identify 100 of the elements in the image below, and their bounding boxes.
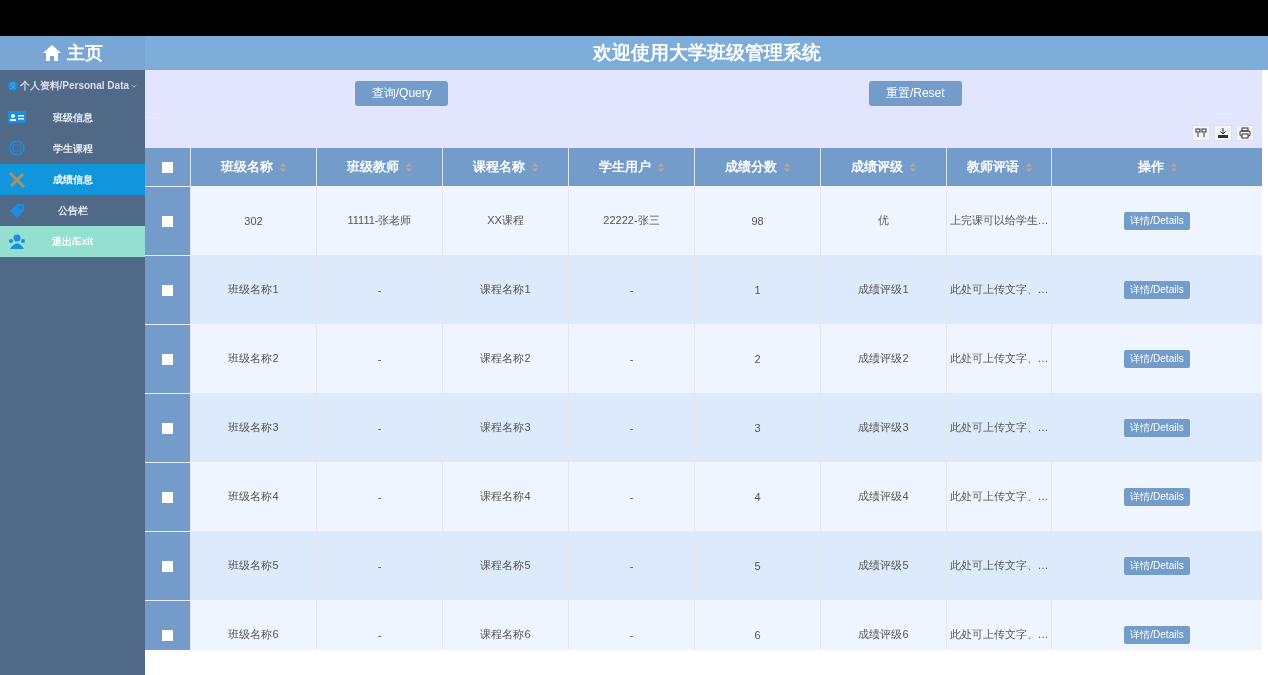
checkbox[interactable] bbox=[162, 284, 173, 296]
column-header[interactable]: 学生用户 bbox=[599, 159, 651, 174]
table-cell: - bbox=[629, 559, 634, 572]
table-cell: 班级名称4 bbox=[228, 490, 279, 502]
column-header[interactable]: 教师评语 bbox=[966, 159, 1019, 174]
table-cell: 2 bbox=[754, 352, 761, 365]
table-cell: 此处可上传文字、… bbox=[949, 559, 1049, 571]
table-cell: 此处可上传文字、… bbox=[949, 283, 1049, 295]
sort-icon bbox=[658, 163, 664, 173]
table-cell: - bbox=[629, 421, 634, 434]
sidebar-item[interactable]: 学生课程 bbox=[0, 133, 145, 164]
query-button[interactable]: 查询/Query bbox=[355, 81, 449, 106]
checkbox[interactable] bbox=[162, 491, 173, 503]
tag-icon bbox=[8, 201, 26, 220]
table-cell: 成绩评级6 bbox=[858, 628, 909, 640]
table-cell: - bbox=[377, 559, 382, 572]
table-cell: 成绩评级5 bbox=[858, 559, 909, 571]
sidebar-item[interactable]: 退出/Exit bbox=[0, 226, 145, 257]
details-button[interactable]: 详情/Details bbox=[1124, 556, 1190, 575]
export-icon bbox=[1217, 127, 1229, 139]
column-header[interactable]: 成绩评级 bbox=[851, 159, 903, 174]
table-cell: XX课程 bbox=[487, 214, 524, 226]
sort-icon bbox=[784, 163, 790, 173]
sidebar-item[interactable]: 公告栏 bbox=[0, 195, 145, 226]
table-cell: 98 bbox=[751, 214, 764, 227]
table-cell: - bbox=[629, 352, 634, 365]
section-label: 个人资料/Personal Data bbox=[19, 79, 130, 93]
people-icon bbox=[8, 232, 26, 251]
column-header[interactable]: 操作 bbox=[1137, 159, 1164, 174]
table-cell: 班级名称5 bbox=[228, 559, 279, 571]
menu-section[interactable]: 个人资料/Personal Data bbox=[0, 70, 145, 102]
table-cell: 此处可上传文字、… bbox=[949, 628, 1049, 640]
table-cell: 成绩评级2 bbox=[858, 352, 909, 364]
checkbox[interactable] bbox=[162, 629, 173, 641]
details-button[interactable]: 详情/Details bbox=[1124, 211, 1190, 230]
checkbox[interactable] bbox=[162, 353, 173, 365]
details-button[interactable]: 详情/Details bbox=[1124, 280, 1190, 299]
details-button[interactable]: 详情/Details bbox=[1124, 625, 1190, 644]
table-cell: - bbox=[629, 283, 634, 296]
details-button[interactable]: 详情/Details bbox=[1124, 418, 1190, 437]
table-cell: 3 bbox=[754, 421, 761, 434]
column-header[interactable]: 课程名称 bbox=[473, 159, 525, 174]
table-cell: 5 bbox=[754, 559, 761, 572]
table-cell: 上完课可以给学生… bbox=[949, 214, 1049, 226]
details-button[interactable]: 详情/Details bbox=[1124, 487, 1190, 506]
column-header[interactable]: 成绩分数 bbox=[725, 159, 777, 174]
table-cell: 班级名称2 bbox=[228, 352, 279, 364]
table-cell: 课程名称5 bbox=[480, 559, 531, 571]
table-cell: 此处可上传文字、… bbox=[949, 352, 1049, 364]
home-icon bbox=[42, 45, 61, 61]
table-cell: - bbox=[377, 628, 382, 641]
sort-icon bbox=[910, 163, 916, 173]
checkbox[interactable] bbox=[162, 215, 173, 227]
details-button[interactable]: 详情/Details bbox=[1124, 349, 1190, 368]
columns-icon bbox=[1195, 127, 1207, 139]
table-cell: 课程名称3 bbox=[480, 421, 531, 433]
sort-icon bbox=[280, 163, 286, 173]
table-cell: 6 bbox=[754, 628, 761, 641]
sort-icon bbox=[406, 163, 412, 173]
reset-button[interactable]: 重置/Reset bbox=[868, 81, 962, 106]
table-cell: - bbox=[377, 421, 382, 434]
checkbox[interactable] bbox=[162, 560, 173, 572]
checkbox[interactable] bbox=[162, 422, 173, 434]
table-cell: 课程名称1 bbox=[480, 283, 531, 295]
table-cell: 课程名称4 bbox=[480, 490, 531, 502]
user-circle-icon bbox=[8, 78, 18, 94]
table-cell: 成绩评级3 bbox=[858, 421, 909, 433]
table-cell: 成绩评级4 bbox=[858, 490, 909, 502]
column-header[interactable]: 班级教师 bbox=[347, 159, 399, 174]
table-cell: - bbox=[377, 283, 382, 296]
toolbar-button[interactable] bbox=[1236, 125, 1254, 141]
toolbar-button[interactable] bbox=[1192, 125, 1210, 141]
page-title: 欢迎使用大学班级管理系统 bbox=[592, 41, 821, 65]
table-cell: 班级名称6 bbox=[228, 628, 279, 640]
table-cell: 此处可上传文字、… bbox=[949, 490, 1049, 502]
sidebar-item[interactable]: 班级信息 bbox=[0, 102, 145, 133]
table-cell: 1 bbox=[754, 283, 761, 296]
sort-icon bbox=[1170, 163, 1177, 173]
table-cell: 课程名称2 bbox=[480, 352, 531, 364]
table-cell: 班级名称3 bbox=[228, 421, 279, 433]
table-cell: 22222-张三 bbox=[603, 214, 660, 226]
table-cell: 此处可上传文字、… bbox=[949, 421, 1049, 433]
sidebar-item[interactable]: 成绩信息 bbox=[0, 164, 145, 195]
table-cell: 11111-张老师 bbox=[347, 214, 412, 226]
sort-icon bbox=[1025, 163, 1032, 173]
table-cell: 302 bbox=[244, 214, 263, 227]
table-cell: - bbox=[377, 352, 382, 365]
print-icon bbox=[1239, 127, 1251, 139]
table-cell: - bbox=[629, 628, 634, 641]
sort-icon bbox=[532, 163, 538, 173]
table-cell: 成绩评级1 bbox=[858, 283, 909, 295]
column-header[interactable]: 班级名称 bbox=[221, 159, 273, 174]
checkbox[interactable] bbox=[162, 162, 173, 173]
table-cell: - bbox=[377, 490, 382, 503]
table-cell: 优 bbox=[878, 214, 889, 226]
home-link[interactable]: 主页 bbox=[0, 36, 145, 70]
toolbar-button[interactable] bbox=[1214, 125, 1232, 141]
table-cell: 班级名称1 bbox=[228, 283, 279, 295]
table-cell: 4 bbox=[754, 490, 761, 503]
table-cell: - bbox=[629, 490, 634, 503]
